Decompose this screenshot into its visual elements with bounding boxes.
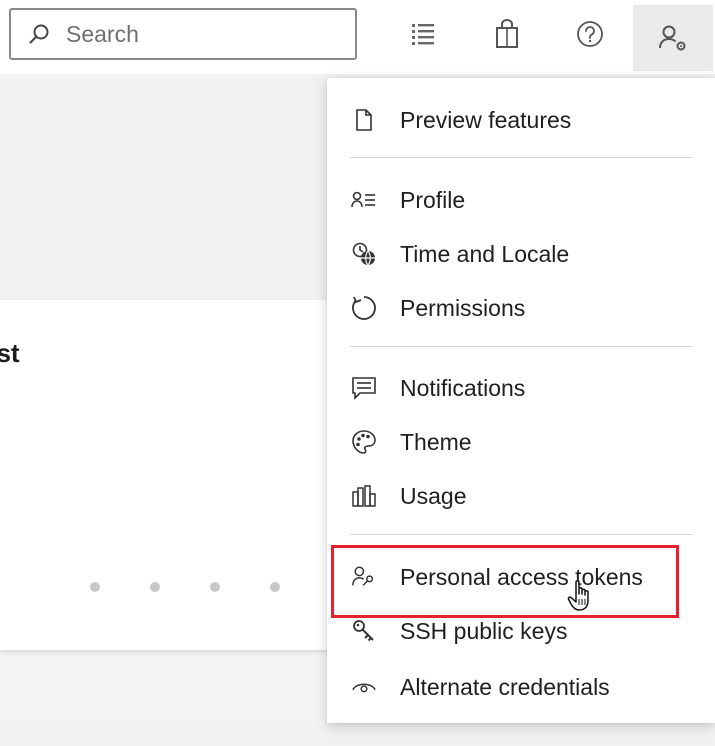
menu-item-permissions[interactable]: Permissions bbox=[327, 283, 715, 333]
hand-cursor-icon bbox=[567, 579, 597, 613]
menu-item-label: Preview features bbox=[400, 106, 572, 133]
usage-icon bbox=[351, 483, 377, 509]
menu-item-label: Alternate credentials bbox=[400, 673, 610, 700]
menu-divider bbox=[350, 346, 693, 347]
document-icon bbox=[351, 107, 377, 133]
menu-item-time-and-locale[interactable]: Time and Locale bbox=[327, 229, 715, 279]
search-icon bbox=[28, 23, 50, 45]
palette-icon bbox=[351, 429, 377, 455]
user-settings-icon[interactable] bbox=[633, 5, 713, 71]
pagination-dot[interactable] bbox=[210, 582, 220, 592]
menu-item-personal-access-tokens[interactable]: Personal access tokens bbox=[327, 552, 715, 602]
menu-divider bbox=[350, 157, 693, 158]
card-title: est bbox=[0, 338, 20, 368]
profile-icon bbox=[351, 187, 377, 213]
menu-item-label: Theme bbox=[400, 428, 472, 455]
globe-clock-icon bbox=[351, 241, 377, 267]
menu-item-label: Notifications bbox=[400, 374, 526, 401]
menu-item-label: Personal access tokens bbox=[400, 563, 643, 590]
menu-item-ssh-public-keys[interactable]: SSH public keys bbox=[327, 606, 715, 656]
menu-item-preview-features[interactable]: Preview features bbox=[327, 95, 715, 145]
notifications-icon bbox=[351, 375, 377, 401]
token-user-icon bbox=[351, 564, 377, 590]
pagination-dot[interactable] bbox=[90, 582, 100, 592]
shopping-bag-icon[interactable] bbox=[487, 14, 527, 54]
permissions-icon bbox=[351, 295, 377, 321]
menu-item-label: SSH public keys bbox=[400, 617, 568, 644]
menu-item-notifications[interactable]: Notifications bbox=[327, 363, 715, 413]
key-icon bbox=[351, 618, 377, 644]
search-box[interactable] bbox=[9, 8, 357, 60]
search-input[interactable] bbox=[66, 20, 306, 48]
pagination-dot[interactable] bbox=[270, 582, 280, 592]
menu-item-label: Profile bbox=[400, 186, 466, 213]
pagination-dot[interactable] bbox=[150, 582, 160, 592]
list-icon[interactable] bbox=[404, 14, 444, 54]
menu-divider bbox=[350, 534, 693, 535]
menu-item-theme[interactable]: Theme bbox=[327, 417, 715, 467]
page-footer-strip bbox=[0, 724, 715, 746]
top-bar bbox=[0, 0, 715, 74]
pagination-dots bbox=[90, 582, 340, 592]
menu-item-profile[interactable]: Profile bbox=[327, 175, 715, 225]
menu-item-alternate-credentials[interactable]: Alternate credentials bbox=[327, 662, 715, 712]
eye-icon bbox=[351, 674, 377, 700]
menu-item-usage[interactable]: Usage bbox=[327, 471, 715, 521]
user-settings-menu: Preview features Profile Time and Locale… bbox=[327, 78, 715, 723]
page: est bbox=[0, 0, 715, 746]
menu-item-label: Time and Locale bbox=[400, 240, 570, 267]
menu-item-label: Permissions bbox=[400, 294, 526, 321]
menu-item-label: Usage bbox=[400, 482, 467, 509]
help-icon[interactable] bbox=[570, 14, 610, 54]
